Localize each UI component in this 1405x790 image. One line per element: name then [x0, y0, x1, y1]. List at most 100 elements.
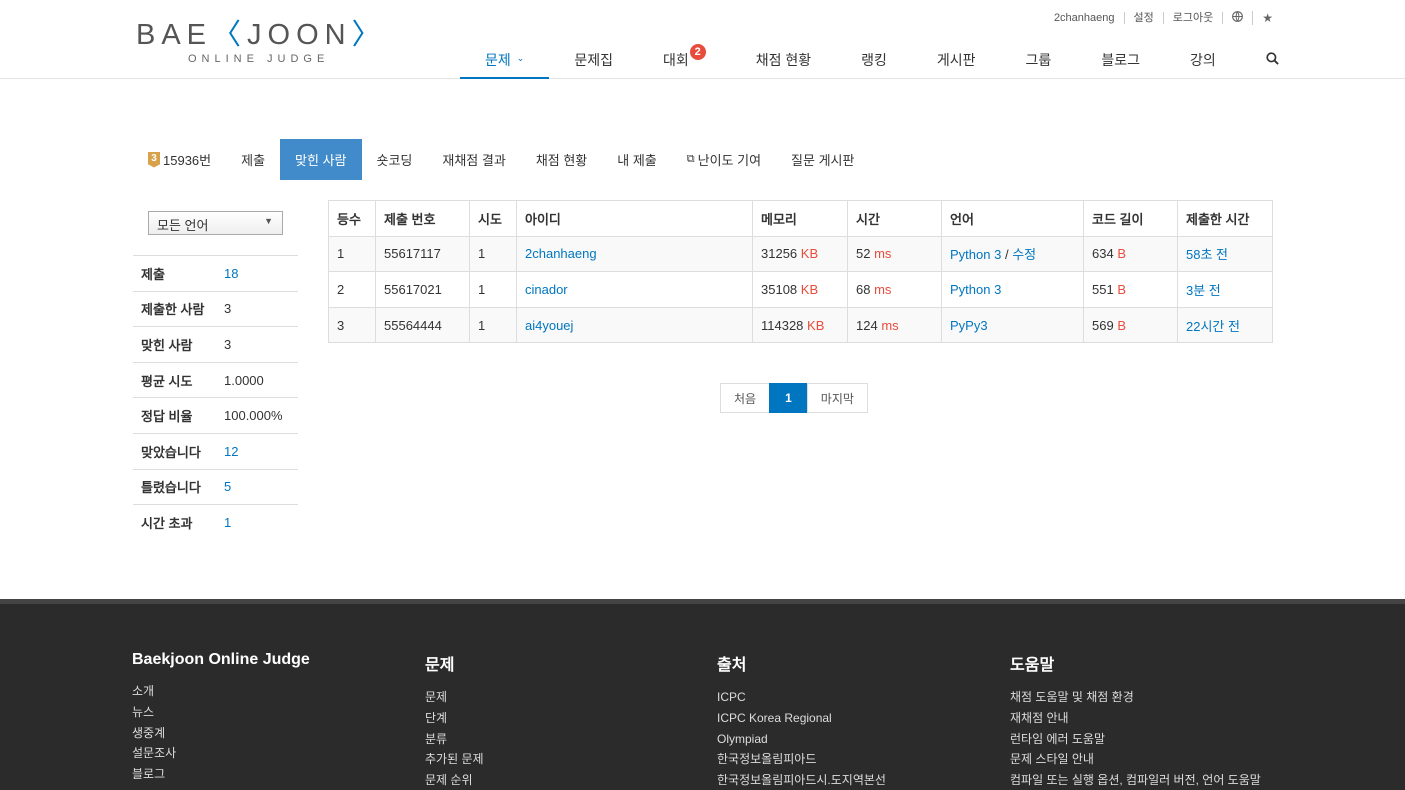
col-submitted-at: 제출한 시간 [1177, 200, 1273, 237]
footer-link[interactable]: 채점 도움말 및 채점 환경 [1010, 687, 1261, 708]
stat-value[interactable]: 18 [216, 255, 298, 292]
footer-link[interactable]: Olympiad [717, 729, 886, 750]
time-value: 52 [856, 246, 871, 262]
edit-link[interactable]: 수정 [1012, 247, 1036, 262]
footer-link[interactable]: 한국정보올림피아드 [717, 749, 886, 770]
footer-link[interactable]: 소개 [132, 681, 310, 702]
page-current-button[interactable]: 1 [769, 383, 808, 413]
stats-row: 시간 초과 1 [133, 504, 298, 541]
tab-difficulty[interactable]: ⧉ 난이도 기여 [672, 139, 776, 180]
tab-my-submit[interactable]: 내 제출 [602, 139, 672, 180]
nav-board[interactable]: 게시판 [912, 40, 1001, 79]
col-rank: 등수 [328, 200, 376, 237]
nav-ranking[interactable]: 랭킹 [836, 40, 912, 79]
username-link[interactable]: 2chanhaeng [1045, 12, 1125, 24]
user-link[interactable]: 2chanhaeng [525, 246, 597, 261]
footer-link[interactable]: 한국정보올림피아드시.도지역본선 [717, 770, 886, 790]
footer-link[interactable]: 문제 [425, 687, 484, 708]
submitted-at-link[interactable]: 3분 전 [1186, 283, 1221, 298]
language-select[interactable]: 모든 언어 ▼ [148, 211, 283, 235]
length-unit: B [1117, 246, 1126, 262]
contest-count-badge: 2 [689, 44, 706, 60]
stat-value: 100.000% [216, 397, 298, 434]
nav-workbook[interactable]: 문제집 [549, 40, 638, 79]
stats-table: 제출 18 제출한 사람 3 맞힌 사람 3 평균 시도 1.0000 정답 비율 100… [133, 255, 298, 541]
time-unit: ms [874, 246, 892, 262]
stats-row: 제출 18 [133, 255, 298, 292]
cell-language: Python 3 [941, 271, 1084, 308]
cell-rank: 1 [328, 235, 376, 273]
footer-link[interactable]: 블로그 [132, 764, 310, 785]
user-link[interactable]: cinador [525, 282, 568, 297]
nav-problems[interactable]: 문제 ⌄ [460, 40, 550, 79]
logo-wordmark: BAE〈JOON〉 [136, 18, 386, 52]
language-link[interactable]: Python 3 [950, 247, 1001, 262]
tab-submit[interactable]: 제출 [226, 139, 280, 180]
footer-link[interactable]: 뉴스 [132, 702, 310, 723]
nav-lecture[interactable]: 강의 [1165, 40, 1241, 79]
footer-link[interactable]: 문제 순위 [425, 770, 484, 790]
col-submission: 제출 번호 [375, 200, 470, 237]
nav-blog[interactable]: 블로그 [1076, 40, 1165, 79]
page-first-button[interactable]: 처음 [720, 383, 771, 413]
page-last-button[interactable]: 마지막 [806, 383, 868, 413]
problem-tabs: 3 15936번 제출 맞힌 사람 숏코딩 재채점 결과 채점 현황 내 제출 ⧉… [133, 139, 869, 180]
settings-link[interactable]: 설정 [1125, 12, 1164, 24]
tab-qna[interactable]: 질문 게시판 [776, 139, 869, 180]
memory-value: 31256 [761, 246, 798, 262]
tab-problem[interactable]: 3 15936번 [133, 139, 226, 180]
tab-status[interactable]: 채점 현황 [521, 139, 602, 180]
stats-row: 정답 비율 100.000% [133, 397, 298, 434]
submitted-at-link[interactable]: 22시간 전 [1186, 319, 1240, 334]
footer-link[interactable]: 설문조사 [132, 743, 310, 764]
stat-value: 3 [216, 290, 298, 327]
time-unit: ms [881, 317, 899, 333]
tab-correct-users[interactable]: 맞힌 사람 [280, 139, 362, 180]
footer-link[interactable]: ICPC Korea Regional [717, 708, 886, 729]
tab-rejudge[interactable]: 재채점 결과 [427, 139, 520, 180]
stat-key: 틀렸습니다 [133, 468, 216, 505]
site-logo[interactable]: BAE〈JOON〉 ONLINE JUDGE [136, 18, 386, 68]
stats-row: 맞았습니다 12 [133, 432, 298, 470]
globe-icon[interactable] [1223, 11, 1254, 25]
logo-bracket: 〈 [212, 19, 248, 51]
user-link[interactable]: ai4youej [525, 318, 573, 333]
footer-link[interactable]: 재채점 안내 [1010, 708, 1261, 729]
submitted-at-link[interactable]: 58초 전 [1186, 247, 1228, 262]
nav-status[interactable]: 채점 현황 [731, 40, 836, 79]
cell-rank: 2 [328, 271, 376, 308]
cell-user: ai4youej [516, 306, 753, 344]
time-unit: ms [874, 281, 892, 297]
stat-value[interactable]: 5 [216, 468, 298, 505]
stat-value[interactable]: 1 [216, 504, 298, 541]
footer-link[interactable]: 단계 [425, 708, 484, 729]
star-icon[interactable]: ★ [1253, 12, 1273, 24]
cell-tries: 1 [469, 235, 517, 273]
edit-separator: / [1004, 247, 1009, 263]
nav-group[interactable]: 그룹 [1001, 40, 1077, 79]
stat-key: 정답 비율 [133, 397, 216, 434]
cell-submission: 55617117 [375, 235, 470, 273]
language-link[interactable]: PyPy3 [950, 318, 988, 333]
footer-link[interactable]: 문제 스타일 안내 [1010, 749, 1261, 770]
footer-link[interactable]: 생중계 [132, 723, 310, 744]
pagination: 처음 1 마지막 [720, 383, 868, 413]
memory-unit: KB [800, 246, 819, 262]
stats-row: 맞힌 사람 3 [133, 326, 298, 363]
footer-link[interactable]: 런타임 에러 도움말 [1010, 729, 1261, 750]
nav-label: 문제 [485, 52, 511, 68]
footer-link[interactable]: ICPC [717, 687, 886, 708]
stat-value[interactable]: 12 [216, 432, 298, 470]
footer-link[interactable]: 추가된 문제 [425, 749, 484, 770]
footer-link[interactable]: 컴파일 또는 실행 옵션, 컴파일러 버전, 언어 도움말 [1010, 770, 1261, 790]
footer-link[interactable]: 분류 [425, 729, 484, 750]
tab-shortest[interactable]: 숏코딩 [362, 139, 428, 180]
cell-time: 124 ms [847, 306, 942, 344]
logout-link[interactable]: 로그아웃 [1164, 12, 1224, 24]
nav-label: 강의 [1189, 52, 1216, 68]
nav-contest[interactable]: 대회 2 [638, 40, 731, 79]
language-link[interactable]: Python 3 [950, 282, 1001, 297]
search-icon[interactable] [1241, 40, 1304, 79]
logo-part: JOON [247, 19, 352, 51]
length-value: 634 [1092, 246, 1114, 262]
